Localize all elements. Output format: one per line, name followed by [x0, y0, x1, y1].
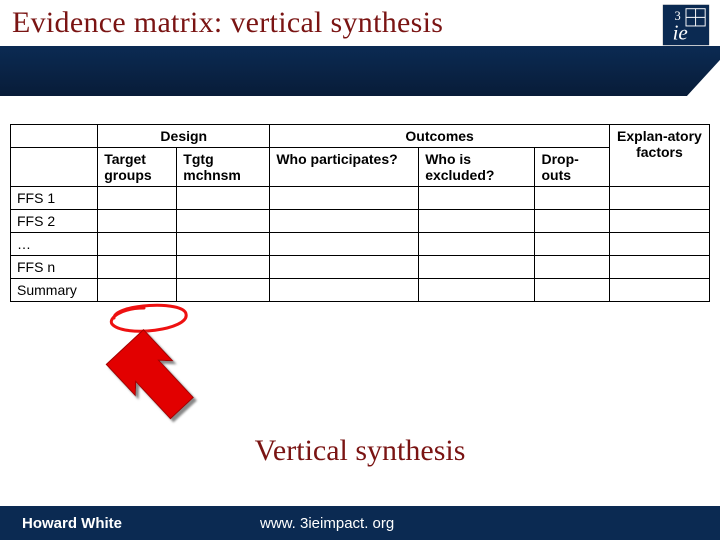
table-row: FFS 2 — [11, 210, 710, 233]
row-label: … — [11, 233, 98, 256]
row-label: Summary — [11, 279, 98, 302]
footer-author: Howard White — [0, 515, 122, 532]
logo-3ie: 3 ie — [662, 4, 710, 46]
col-who-participates: Who participates? — [270, 148, 419, 187]
group-header-outcomes: Outcomes — [270, 125, 610, 148]
table-group-header-row: Design Outcomes Explan-atory factors — [11, 125, 710, 148]
hand-drawn-circle-annotation — [104, 300, 194, 336]
col-target-groups: Target groups — [98, 148, 177, 187]
col-dropouts: Drop-outs — [535, 148, 609, 187]
header-ribbon — [0, 48, 720, 96]
row-label: FFS n — [11, 256, 98, 279]
col-who-excluded: Who is excluded? — [419, 148, 535, 187]
table-row: FFS 1 — [11, 187, 710, 210]
red-arrow-annotation — [102, 324, 212, 434]
col-explan-factors: Explan-atory factors — [609, 125, 709, 187]
svg-text:ie: ie — [673, 20, 688, 44]
table-corner-cell — [11, 125, 98, 148]
slide-footer: Howard White www. 3ieimpact. org — [0, 506, 720, 540]
group-header-design: Design — [98, 125, 270, 148]
vertical-synthesis-title: Vertical synthesis — [0, 434, 720, 468]
row-label: FFS 1 — [11, 187, 98, 210]
row-label: FFS 2 — [11, 210, 98, 233]
page-title: Evidence matrix: vertical synthesis — [12, 6, 708, 40]
table-row: Summary — [11, 279, 710, 302]
table-row: FFS n — [11, 256, 710, 279]
evidence-matrix-table: Design Outcomes Explan-atory factors Tar… — [10, 124, 710, 302]
table-rowlabel-header — [11, 148, 98, 187]
evidence-matrix-table-wrap: Design Outcomes Explan-atory factors Tar… — [0, 96, 720, 302]
table-row: … — [11, 233, 710, 256]
table-sub-header-row: Target groups Tgtg mchnsm Who participat… — [11, 148, 710, 187]
slide-header: Evidence matrix: vertical synthesis 3 ie — [0, 0, 720, 48]
col-tgtg-mchnsm: Tgtg mchnsm — [177, 148, 270, 187]
footer-url: www. 3ieimpact. org — [260, 515, 394, 532]
